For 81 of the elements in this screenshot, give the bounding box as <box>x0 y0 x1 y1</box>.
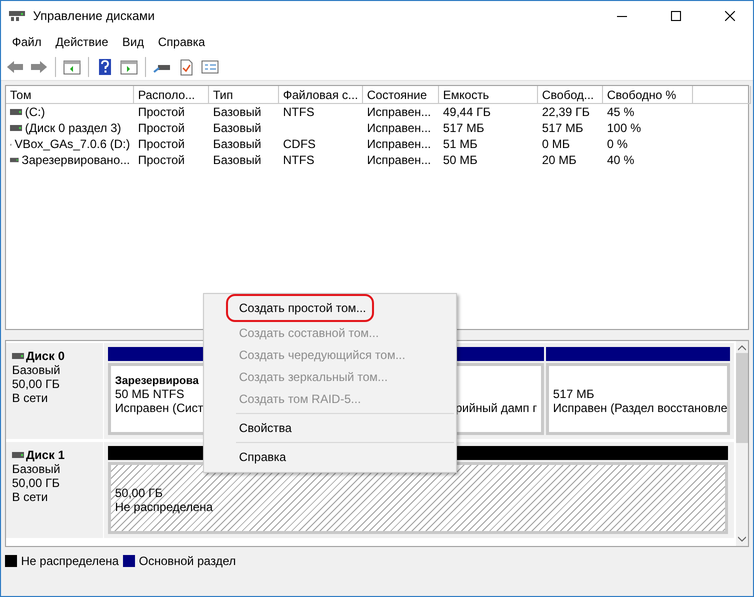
partition-block[interactable]: 50,00 ГБ Не распределена <box>108 462 728 534</box>
table-cell: Исправен... <box>367 121 432 135</box>
column-header[interactable]: Свободно % <box>603 86 693 104</box>
partition-info: Исправен (Раздел восстановле <box>553 401 727 415</box>
table-cell: 50 МБ <box>443 153 478 167</box>
scrollbar[interactable] <box>736 341 748 546</box>
column-header[interactable]: Свобод... <box>538 86 603 104</box>
partition-block[interactable]: 517 МБ Исправен (Раздел восстановле <box>546 363 730 435</box>
column-header[interactable]: Файловая с... <box>279 86 363 104</box>
drive-icon <box>10 157 19 163</box>
table-cell: Базовый <box>213 137 262 151</box>
table-cell: NTFS <box>283 153 314 167</box>
table-cell: Базовый <box>213 121 262 135</box>
menu-item[interactable]: Действие <box>48 35 116 49</box>
table-cell: Простой <box>138 121 185 135</box>
menu-option[interactable]: Создать простой том... <box>206 294 454 322</box>
column-header[interactable]: Том <box>6 86 134 104</box>
column-header[interactable]: Состояние <box>363 86 439 104</box>
table-cell: Простой <box>138 105 185 119</box>
table-cell: Простой <box>138 137 185 151</box>
partition-info: Исправен (Сист <box>115 401 204 415</box>
table-cell: 517 МБ <box>542 121 584 135</box>
table-cell: (C:) <box>25 105 45 119</box>
partition-info: рийный дамп г <box>455 401 537 415</box>
partition-info: Не распределена <box>115 500 213 514</box>
drive-icon <box>10 125 22 131</box>
disk-info: Базовый <box>12 462 62 476</box>
table-cell: 100 % <box>607 121 642 135</box>
table-cell: Базовый <box>213 105 262 119</box>
action-pane-icon[interactable] <box>119 58 139 76</box>
table-cell: 45 % <box>607 105 634 119</box>
disk-info: 50,00 ГБ <box>12 377 61 391</box>
menu-item[interactable]: Файл <box>5 35 49 49</box>
drive-icon <box>10 109 22 115</box>
scroll-up-icon[interactable] <box>738 345 746 351</box>
console-tree-icon[interactable] <box>62 58 82 76</box>
partition-title: Зарезервирова <box>115 375 199 387</box>
table-cell: Простой <box>138 153 185 167</box>
legend-label: Не распределена <box>21 554 119 568</box>
legend-label: Основной раздел <box>138 554 236 568</box>
table-cell: Исправен... <box>367 105 432 119</box>
disk-name: Диск 1 <box>12 448 103 462</box>
table-cell: NTFS <box>283 105 314 119</box>
disk-info: 50,00 ГБ <box>12 476 61 490</box>
table-cell: 517 МБ <box>443 121 484 135</box>
table-cell: 51 МБ <box>443 137 478 151</box>
disk-info: Базовый <box>12 363 62 377</box>
partition-info: 50 МБ NTFS <box>115 387 184 401</box>
menu-option[interactable]: Свойства <box>206 417 454 439</box>
table-cell: Исправен... <box>367 153 432 167</box>
disk-management-icon <box>9 9 25 23</box>
table-cell: 0 % <box>607 137 628 151</box>
column-header[interactable]: Располо... <box>134 86 209 104</box>
table-cell: Базовый <box>213 153 262 167</box>
maximize-icon <box>671 11 681 21</box>
table-cell: VBox_GAs_7.0.6 (D:) <box>14 137 130 151</box>
window-title: Управление дисками <box>33 9 156 23</box>
table-cell: CDFS <box>283 137 316 151</box>
table-cell: 40 % <box>607 153 634 167</box>
drive-icon <box>12 353 24 359</box>
table-cell: (Диск 0 раздел 3) <box>25 121 122 135</box>
close-icon <box>725 11 735 21</box>
column-header[interactable]: Тип <box>209 86 279 104</box>
checklist-icon[interactable] <box>200 58 220 76</box>
menu-item[interactable]: Справка <box>151 35 212 49</box>
table-cell: Зарезервировано... <box>22 153 130 167</box>
disk-info: В сети <box>12 391 49 405</box>
scroll-down-icon[interactable] <box>738 536 746 542</box>
column-header[interactable]: Емкость <box>439 86 538 104</box>
disk-info: В сети <box>12 490 49 504</box>
drive-icon <box>12 452 24 458</box>
partition-info: 517 МБ <box>553 387 594 401</box>
menu-item[interactable]: Вид <box>115 35 151 49</box>
disk-name: Диск 0 <box>12 349 103 363</box>
table-cell: 20 МБ <box>542 153 577 167</box>
table-cell: 0 МБ <box>542 137 570 151</box>
header-filler <box>693 86 751 104</box>
table-cell: 49,44 ГБ <box>443 105 491 119</box>
table-cell: Исправен... <box>367 137 432 151</box>
partition-info: 50,00 ГБ <box>115 486 163 500</box>
table-cell: 22,39 ГБ <box>542 105 590 119</box>
